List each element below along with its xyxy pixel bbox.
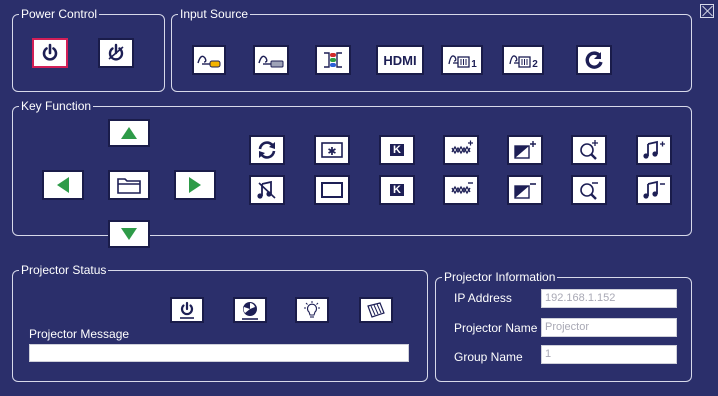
brightness-up-button[interactable] (443, 135, 479, 165)
hdmi-icon: HDMI (383, 52, 417, 68)
left-arrow-icon (57, 177, 69, 193)
contrast-up-icon (514, 141, 536, 159)
computer2-source-button[interactable]: 2 (502, 45, 544, 75)
projector-name-label: Projector Name (454, 321, 538, 335)
projector-message-field (29, 344, 409, 362)
volume-down-button[interactable] (636, 175, 672, 205)
component-rgb-icon (324, 52, 342, 68)
power-on-button[interactable] (32, 38, 68, 68)
volume-down-icon (643, 180, 665, 199)
keystone-up-icon: K (390, 144, 404, 156)
lamp-status-indicator (295, 297, 329, 323)
up-button[interactable] (108, 119, 150, 147)
zoom-in-icon (580, 140, 598, 160)
svg-text:✱: ✱ (327, 146, 336, 158)
keystone-down-icon: K (390, 184, 404, 196)
computer-1-icon (448, 55, 470, 68)
contrast-down-icon (514, 183, 536, 199)
projector-message-label: Projector Message (29, 327, 130, 341)
filter-icon (367, 302, 385, 318)
keystone-up-button[interactable]: K (379, 135, 415, 165)
contrast-down-button[interactable] (507, 175, 543, 205)
right-button[interactable] (174, 170, 216, 200)
cooling-fan-icon (242, 302, 258, 320)
zoom-out-icon (580, 182, 598, 200)
brightness-down-icon (451, 182, 473, 195)
right-arrow-icon (189, 177, 201, 193)
resync-icon (258, 141, 276, 159)
projector-info-group: Projector Information IP Address 192.168… (435, 270, 692, 382)
computer1-source-button[interactable]: 1 (441, 45, 483, 75)
key-function-group: Key Function ✱ K K (12, 99, 692, 248)
ip-address-field[interactable]: 192.168.1.152 (541, 289, 677, 308)
auto-source-icon (585, 51, 603, 69)
up-arrow-icon (121, 127, 137, 139)
lamp-icon (304, 301, 320, 318)
contrast-up-button[interactable] (507, 135, 543, 165)
group-name-label: Group Name (454, 350, 523, 364)
keystone-down-button[interactable]: K (379, 175, 415, 205)
zoom-in-button[interactable] (571, 135, 607, 165)
freeze-icon: ✱ (321, 142, 343, 158)
menu-button[interactable] (108, 170, 150, 200)
composite-cable-icon (197, 55, 221, 68)
volume-up-button[interactable] (636, 135, 672, 165)
zoom-out-button[interactable] (571, 175, 607, 205)
down-button[interactable] (108, 220, 150, 248)
freeze-button[interactable]: ✱ (314, 135, 350, 165)
temperature-status-indicator (233, 297, 267, 323)
group-name-field[interactable]: 1 (541, 345, 677, 364)
auto-source-button[interactable] (576, 45, 612, 75)
ip-address-label: IP Address (454, 291, 512, 305)
blank-button[interactable] (314, 175, 350, 205)
close-icon[interactable] (700, 4, 714, 18)
resync-button[interactable] (249, 135, 285, 165)
component-source-button[interactable] (315, 45, 351, 75)
composite-source-button[interactable] (192, 45, 226, 75)
mute-button[interactable] (249, 175, 285, 205)
computer-2-icon (509, 55, 531, 68)
power-status-indicator (170, 297, 204, 323)
hdmi-source-button[interactable]: HDMI (376, 45, 424, 75)
input-source-title: Input Source (178, 7, 251, 21)
down-arrow-icon (121, 228, 137, 240)
brightness-down-button[interactable] (443, 175, 479, 205)
computer-2-number: 2 (532, 58, 538, 70)
projector-status-title: Projector Status (19, 263, 109, 277)
input-source-group: Input Source HDMI 1 2 (171, 7, 692, 92)
computer-1-number: 1 (471, 58, 477, 70)
mute-icon (257, 180, 276, 199)
projector-info-title: Projector Information (442, 270, 558, 284)
volume-up-icon (643, 140, 665, 159)
projector-status-group: Projector Status Projector Message (12, 263, 428, 382)
menu-folder-icon (117, 178, 141, 194)
left-button[interactable] (42, 170, 84, 200)
blank-screen-icon (321, 182, 343, 198)
power-off-icon (108, 43, 124, 61)
svideo-source-button[interactable] (253, 45, 289, 75)
power-off-button[interactable] (98, 38, 134, 68)
power-on-icon (42, 43, 58, 61)
power-control-group: Power Control (12, 7, 165, 92)
key-function-title: Key Function (19, 99, 94, 113)
projector-name-field[interactable]: Projector (541, 318, 677, 337)
power-control-title: Power Control (19, 7, 100, 21)
brightness-up-icon (451, 140, 473, 155)
filter-status-indicator (359, 297, 393, 323)
svideo-cable-icon (258, 55, 284, 68)
power-status-icon (180, 301, 194, 319)
